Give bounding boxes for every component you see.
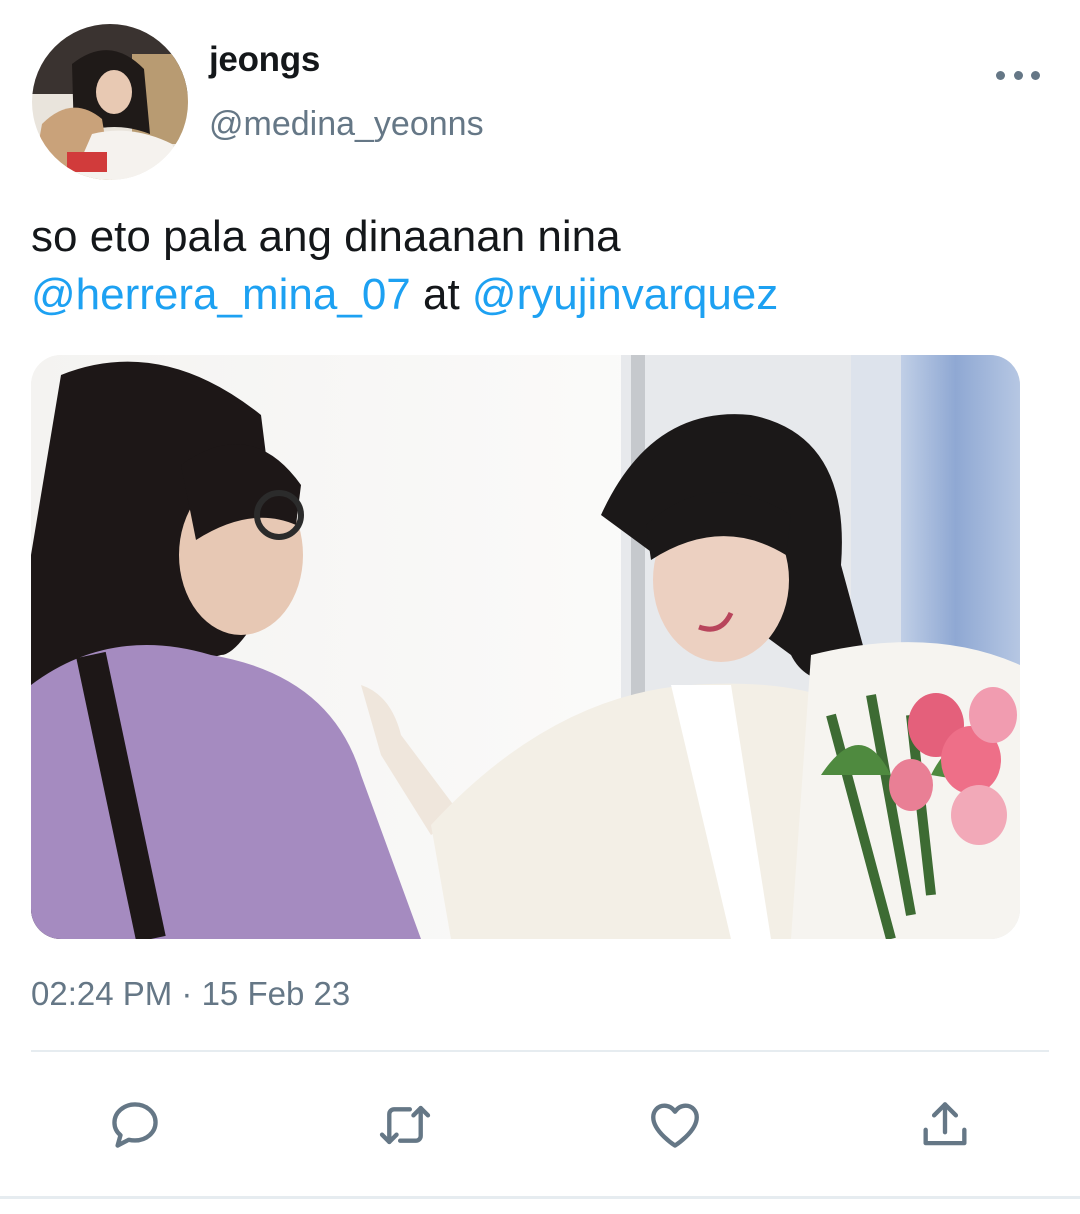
- reply-button[interactable]: [100, 1090, 170, 1160]
- tweet-text: so eto pala ang dinaanan nina @herrera_m…: [31, 208, 1041, 324]
- share-button[interactable]: [910, 1090, 980, 1160]
- bottom-divider: [0, 1196, 1080, 1199]
- mention-link[interactable]: @herrera_mina_07: [31, 270, 411, 319]
- timestamp[interactable]: 02:24 PM · 15 Feb 23: [31, 975, 350, 1013]
- share-icon: [923, 1102, 967, 1146]
- retweet-icon: [379, 1105, 431, 1145]
- user-handle[interactable]: @medina_yeonns: [209, 105, 484, 144]
- like-icon: [651, 1103, 699, 1148]
- more-dot: [1013, 70, 1023, 80]
- tweet-text-part: at: [410, 270, 472, 319]
- reply-icon: [112, 1102, 158, 1148]
- more-options-icon[interactable]: [996, 60, 1040, 90]
- avatar-image: [32, 24, 188, 180]
- tweet-text-part: so eto pala ang dinaanan nina: [31, 212, 621, 261]
- mention-link[interactable]: @ryujinvarquez: [472, 270, 778, 319]
- avatar[interactable]: [32, 24, 188, 180]
- like-button[interactable]: [640, 1090, 710, 1160]
- retweet-button[interactable]: [370, 1090, 440, 1160]
- more-dot: [996, 70, 1005, 80]
- photo-image: [31, 355, 1020, 939]
- tweet: jeongs @medina_yeonns so eto pala ang di…: [0, 0, 1080, 1214]
- divider: [31, 1050, 1049, 1052]
- tweet-photo[interactable]: [31, 355, 1020, 939]
- more-dot: [1031, 70, 1040, 80]
- display-name[interactable]: jeongs: [209, 40, 320, 80]
- action-bar: [0, 1090, 1080, 1160]
